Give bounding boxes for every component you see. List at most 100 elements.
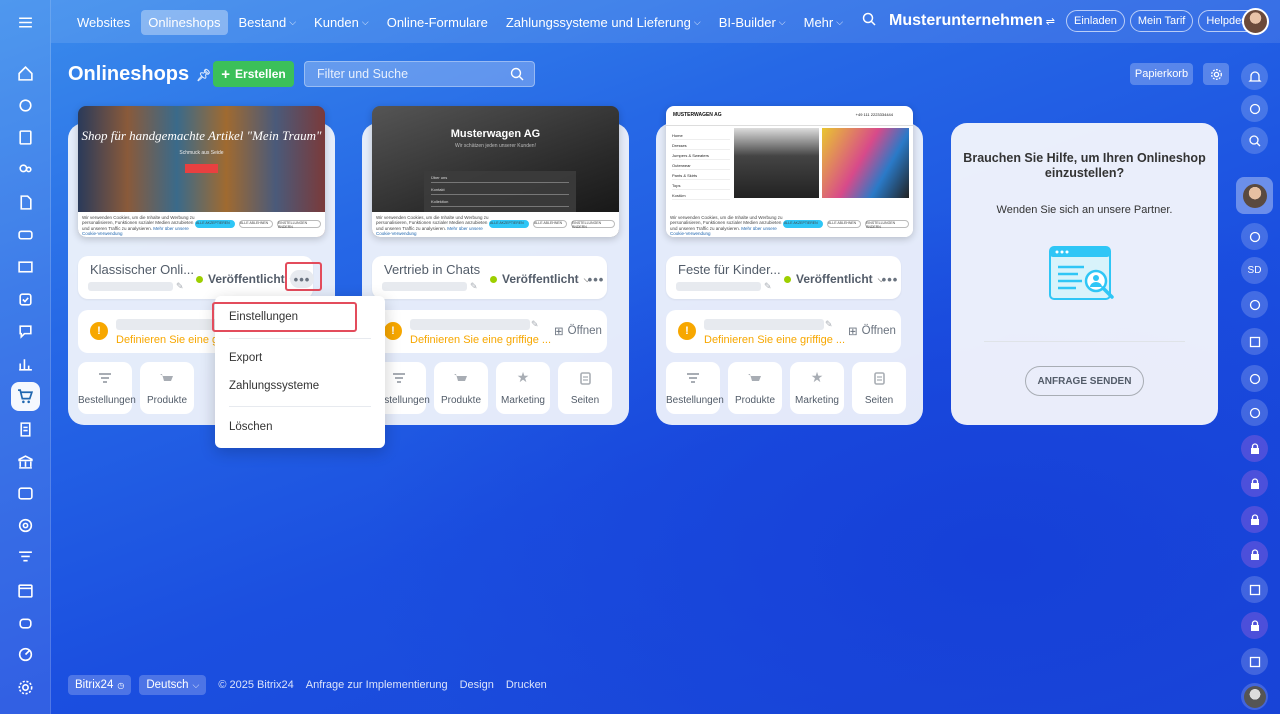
chat-search-icon[interactable] (1241, 127, 1268, 154)
documents-icon[interactable] (11, 188, 40, 217)
footer-link-print[interactable]: Drucken (506, 679, 547, 691)
calendar-card-icon[interactable] (11, 479, 40, 508)
copilot-icon[interactable] (1241, 95, 1268, 122)
forms-icon[interactable] (11, 415, 40, 444)
edit-icon[interactable]: ✎ (764, 281, 772, 292)
user-avatar[interactable] (1242, 8, 1269, 35)
open-button[interactable]: ⊞ Öffnen (554, 324, 602, 338)
task-check-icon[interactable] (1241, 328, 1268, 355)
chat-icon[interactable] (11, 317, 40, 346)
target-icon[interactable] (11, 640, 40, 669)
nav-mehr[interactable]: Mehr ⌵ (797, 10, 850, 35)
status-badge[interactable]: Veröffentlicht⌵ (196, 272, 297, 286)
support-icon[interactable] (11, 511, 40, 540)
lock-icon[interactable] (1241, 506, 1268, 533)
tile-seiten[interactable]: Seiten (852, 362, 906, 414)
schedule-icon[interactable] (11, 576, 40, 605)
company-name[interactable]: Musterunternehmen (889, 12, 1043, 30)
tile-marketing[interactable]: ★ Marketing (790, 362, 844, 414)
menu-item-export[interactable]: Export (229, 352, 262, 364)
shop-url[interactable] (676, 282, 761, 291)
shop-name[interactable]: Klassischer Onli... (90, 262, 194, 277)
sd-avatar[interactable]: SD (1241, 257, 1268, 284)
tile-bestellungen[interactable]: Bestellungen (666, 362, 724, 414)
more-button[interactable]: ••• (584, 270, 608, 288)
menu-item-delete[interactable]: Löschen (229, 421, 272, 433)
nav-bestand[interactable]: Bestand ⌵ (232, 10, 304, 35)
footer-link-design[interactable]: Design (460, 679, 494, 691)
lock-icon[interactable] (1241, 541, 1268, 568)
shop-url[interactable] (382, 282, 467, 291)
lock-icon[interactable] (1241, 470, 1268, 497)
bank-icon[interactable] (11, 447, 40, 476)
task-check-icon[interactable] (1241, 648, 1268, 675)
search-input[interactable] (305, 62, 505, 86)
nav-bi-builder[interactable]: BI-Builder ⌵ (712, 10, 793, 35)
tile-produkte[interactable]: Produkte (434, 362, 488, 414)
more-button[interactable]: ••• (878, 270, 902, 288)
shop-name[interactable]: Feste für Kinder... (678, 262, 781, 277)
sites-icon[interactable] (11, 253, 40, 282)
shop-preview-2[interactable]: Musterwagen AG Wir schätzen jeden unsere… (372, 106, 619, 237)
inventory-icon[interactable] (11, 220, 40, 249)
edit-icon[interactable]: ✎ (825, 319, 833, 330)
shop-preview-3[interactable]: MUSTERWAGEN AG +49 111 2223334444 Home Dr… (666, 106, 913, 237)
domain-field[interactable] (410, 319, 530, 330)
tile-produkte[interactable]: Produkte (728, 362, 782, 414)
shop-icon[interactable] (11, 382, 40, 411)
footer-link-implementation[interactable]: Anfrage zur Implementierung (306, 679, 448, 691)
checklist-icon[interactable] (11, 285, 40, 314)
send-request-button[interactable]: ANFRAGE SENDEN (1025, 366, 1144, 396)
openlines-icon[interactable] (1241, 291, 1268, 318)
shop-preview-1[interactable]: Shop für handgemachte Artikel "Mein Trau… (78, 106, 325, 237)
crm-icon[interactable] (11, 156, 40, 185)
openlines-icon[interactable] (1241, 365, 1268, 392)
shop-name[interactable]: Vertrieb in Chats (384, 262, 480, 277)
openlines-icon[interactable] (1241, 399, 1268, 426)
filter-search[interactable] (304, 61, 535, 87)
settings-icon[interactable] (11, 673, 40, 702)
task-check-icon[interactable] (1241, 576, 1268, 603)
company-settings-icon[interactable]: ⇌ (1046, 15, 1055, 28)
bell-icon[interactable] (1241, 63, 1268, 90)
nav-onlineshops[interactable]: Onlineshops (141, 10, 228, 35)
openlines-icon[interactable] (1241, 223, 1268, 250)
gear-icon[interactable] (1203, 63, 1229, 85)
nav-kunden[interactable]: Kunden ⌵ (307, 10, 376, 35)
robot-icon[interactable] (11, 608, 40, 637)
status-badge[interactable]: Veröffentlicht⌵ (784, 272, 885, 286)
feed-icon[interactable] (11, 91, 40, 120)
nav-websites[interactable]: Websites (70, 10, 137, 35)
shop-url[interactable] (88, 282, 173, 291)
contact-avatar-small[interactable] (1241, 683, 1268, 710)
search-icon[interactable] (510, 67, 524, 86)
search-icon[interactable] (862, 12, 876, 31)
tasks-icon[interactable] (11, 123, 40, 152)
home-icon[interactable] (11, 59, 40, 88)
contact-avatar[interactable] (1236, 177, 1273, 214)
create-button[interactable]: + Erstellen (213, 61, 294, 87)
menu-icon[interactable] (11, 8, 40, 37)
lock-icon[interactable] (1241, 612, 1268, 639)
edit-icon[interactable]: ✎ (176, 281, 184, 292)
edit-icon[interactable]: ✎ (531, 319, 539, 330)
invite-button[interactable]: Einladen (1066, 10, 1125, 32)
tile-produkte[interactable]: Produkte (140, 362, 194, 414)
tile-seiten[interactable]: Seiten (558, 362, 612, 414)
tariff-button[interactable]: Mein Tarif (1129, 10, 1194, 32)
analytics-icon[interactable] (11, 350, 40, 379)
domain-field[interactable] (704, 319, 824, 330)
pin-icon[interactable]: 📌︎ (196, 68, 211, 82)
trash-button[interactable]: Papierkorb (1130, 63, 1193, 85)
warning-text[interactable]: Definieren Sie eine griffige ... (704, 334, 845, 346)
status-badge[interactable]: Veröffentlicht⌵ (490, 272, 591, 286)
brand-button[interactable]: Bitrix24 ◷ (68, 675, 132, 695)
lock-icon[interactable] (1241, 435, 1268, 462)
tile-marketing[interactable]: ★ Marketing (496, 362, 550, 414)
menu-item-payment-systems[interactable]: Zahlungssysteme (229, 380, 319, 392)
nav-zahlungssysteme[interactable]: Zahlungssysteme und Lieferung ⌵ (499, 10, 708, 35)
nav-online-formulare[interactable]: Online-Formulare (380, 10, 495, 35)
funnel-icon[interactable] (11, 543, 40, 572)
open-button[interactable]: ⊞ Öffnen (848, 324, 896, 338)
edit-icon[interactable]: ✎ (470, 281, 478, 292)
